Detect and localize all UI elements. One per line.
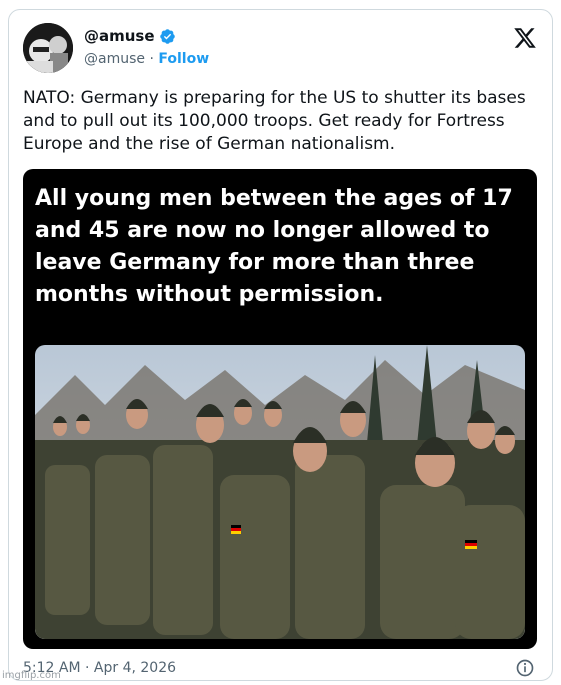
author-name-row: @amuse bbox=[84, 27, 176, 45]
follow-button[interactable]: Follow bbox=[158, 51, 209, 67]
author-handle-row: @amuse · Follow bbox=[84, 51, 209, 67]
timestamp-separator: · bbox=[80, 660, 94, 676]
avatar-image bbox=[23, 23, 73, 73]
author-display-name[interactable]: @amuse bbox=[84, 27, 155, 45]
soldiers-photo-illustration bbox=[35, 345, 525, 639]
soldiers-photo bbox=[35, 345, 525, 639]
author-handle[interactable]: @amuse bbox=[84, 51, 145, 67]
avatar[interactable] bbox=[23, 23, 73, 73]
handle-separator: · bbox=[145, 51, 159, 67]
info-icon[interactable] bbox=[515, 658, 535, 678]
media-caption: All young men between the ages of 17 and… bbox=[35, 186, 513, 307]
verified-badge-icon bbox=[159, 28, 175, 44]
tweet-text: NATO: Germany is preparing for the US to… bbox=[23, 88, 526, 154]
tweet-media[interactable]: All young men between the ages of 17 and… bbox=[23, 169, 537, 649]
tweet-card: @amuse @amuse · Follow NATO: Germany is … bbox=[8, 9, 553, 681]
imgflip-watermark: imgflip.com bbox=[2, 670, 61, 681]
tweet-date: Apr 4, 2026 bbox=[93, 660, 177, 676]
x-logo-icon[interactable] bbox=[513, 26, 537, 50]
